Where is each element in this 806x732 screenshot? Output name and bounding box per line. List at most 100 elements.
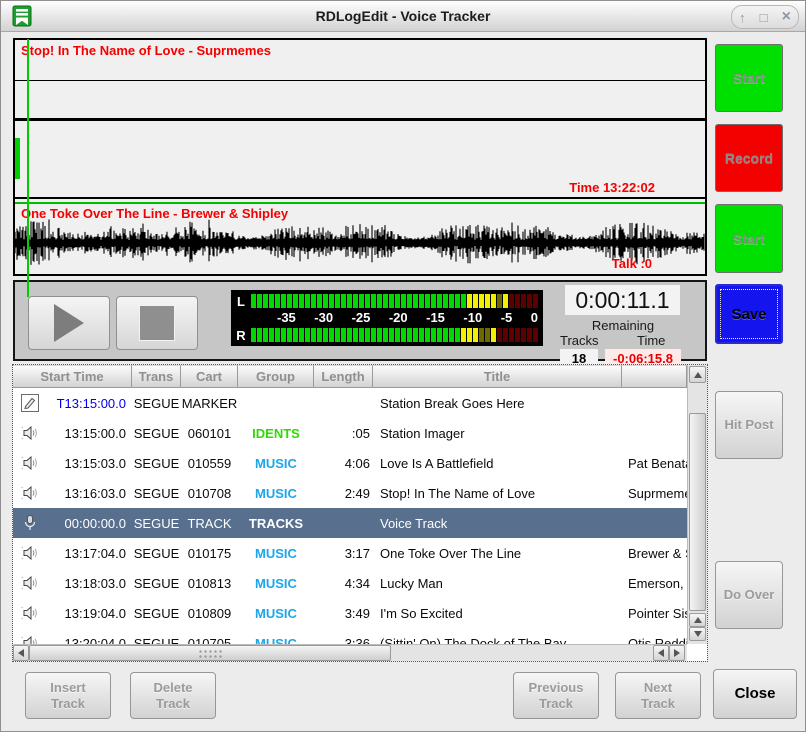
row-group: MUSIC bbox=[238, 636, 314, 645]
deck-track1-panel[interactable]: Stop! In The Name of Love - Suprmemes bbox=[15, 40, 705, 81]
column-header[interactable]: Group bbox=[238, 365, 314, 388]
do-over-button[interactable]: Do Over bbox=[715, 561, 783, 629]
scroll-left-button-2[interactable] bbox=[653, 645, 669, 661]
arrow-right-icon bbox=[674, 649, 680, 657]
remaining-label: Remaining bbox=[553, 318, 693, 333]
row-trans: SEGUE bbox=[132, 546, 181, 561]
vu-row-right: R bbox=[231, 328, 543, 342]
titlebar[interactable]: RDLogEdit - Voice Tracker ↑ □ × bbox=[1, 1, 805, 32]
track2-waveform bbox=[15, 218, 705, 268]
scroll-left-button[interactable] bbox=[13, 645, 29, 661]
row-title: Station Break Goes Here bbox=[373, 396, 622, 411]
vu-segment bbox=[341, 328, 346, 342]
row-artist: Suprmemes bbox=[622, 486, 687, 501]
hit-post-button[interactable]: Hit Post bbox=[715, 391, 783, 459]
waveform-decks: Stop! In The Name of Love - Suprmemes Ti… bbox=[13, 38, 707, 276]
maximize-window-icon[interactable]: □ bbox=[760, 11, 768, 24]
close-window-icon[interactable]: × bbox=[782, 9, 791, 25]
vu-scale: -35-30-25-20-15-10-50 bbox=[251, 310, 538, 326]
play-icon bbox=[54, 304, 84, 342]
delete-track-button[interactable]: Delete Track bbox=[130, 672, 216, 719]
vu-segment bbox=[461, 328, 466, 342]
row-trans: SEGUE bbox=[132, 456, 181, 471]
vu-segment bbox=[275, 294, 280, 308]
row-artist: Otis Redding bbox=[622, 636, 687, 645]
log-row[interactable]: 00:00:00.0 SEGUE TRACK TRACKS Voice Trac… bbox=[13, 508, 687, 538]
row-group: MUSIC bbox=[238, 606, 314, 621]
log-row[interactable]: 13:18:03.0 SEGUE 010813 MUSIC 4:34 Lucky… bbox=[13, 568, 687, 598]
next-track-button[interactable]: Next Track bbox=[615, 672, 701, 719]
playhead-level-bar bbox=[15, 138, 20, 179]
horizontal-scrollbar[interactable] bbox=[13, 644, 687, 661]
log-row[interactable]: 13:17:04.0 SEGUE 010175 MUSIC 3:17 One T… bbox=[13, 538, 687, 568]
row-group: MUSIC bbox=[238, 486, 314, 501]
vu-scale-tick: -10 bbox=[463, 310, 482, 326]
vu-segment bbox=[419, 294, 424, 308]
stop-button[interactable] bbox=[116, 296, 198, 350]
column-header[interactable]: Length bbox=[314, 365, 373, 388]
column-header[interactable]: Trans bbox=[132, 365, 181, 388]
vertical-scrollbar[interactable] bbox=[687, 365, 707, 644]
row-type-icon bbox=[18, 423, 42, 443]
row-cart: 010708 bbox=[181, 486, 238, 501]
row-length: 4:06 bbox=[314, 456, 373, 471]
log-row[interactable]: T13:15:00.0 SEGUE MARKER Station Break G… bbox=[13, 388, 687, 418]
scroll-up-button-2[interactable] bbox=[689, 613, 706, 627]
vu-segment bbox=[281, 328, 286, 342]
vu-segment bbox=[491, 294, 496, 308]
row-start-time: 13:19:04.0 bbox=[42, 606, 132, 621]
scroll-trough[interactable] bbox=[391, 645, 653, 661]
row-group: MUSIC bbox=[238, 546, 314, 561]
vu-scale-tick: 0 bbox=[531, 310, 538, 326]
window-title: RDLogEdit - Voice Tracker bbox=[1, 1, 805, 31]
row-type-icon bbox=[18, 393, 42, 413]
deck-empty-panel[interactable] bbox=[15, 81, 705, 121]
save-button[interactable]: Save bbox=[715, 284, 783, 344]
column-header[interactable]: Title bbox=[373, 365, 622, 388]
vu-segment bbox=[407, 294, 412, 308]
vu-segment bbox=[311, 328, 316, 342]
vu-segment bbox=[443, 294, 448, 308]
play-button[interactable] bbox=[28, 296, 110, 350]
scroll-up-button[interactable] bbox=[689, 366, 706, 383]
column-header[interactable]: Cart bbox=[181, 365, 238, 388]
vu-segment bbox=[479, 328, 484, 342]
row-title: Love Is A Battlefield bbox=[373, 456, 622, 471]
start-button-bottom[interactable]: Start bbox=[715, 204, 783, 273]
vu-segment bbox=[455, 294, 460, 308]
row-cart: MARKER bbox=[181, 396, 238, 411]
previous-track-button[interactable]: Previous Track bbox=[513, 672, 599, 719]
talk-label: Talk :0 bbox=[612, 256, 652, 271]
vu-segment bbox=[287, 294, 292, 308]
vu-segment bbox=[437, 328, 442, 342]
record-button[interactable]: Record bbox=[715, 124, 783, 192]
log-row[interactable]: 13:20:04.0 SEGUE 010705 MUSIC 3:36 (Sitt… bbox=[13, 628, 687, 644]
vertical-scroll-thumb[interactable] bbox=[689, 413, 706, 611]
row-title: Lucky Man bbox=[373, 576, 622, 591]
vu-row-left: L bbox=[231, 294, 543, 308]
log-row[interactable]: 13:15:03.0 SEGUE 010559 MUSIC 4:06 Love … bbox=[13, 448, 687, 478]
deck-track2-panel[interactable]: One Toke Over The Line - Brewer & Shiple… bbox=[15, 204, 705, 274]
column-header[interactable]: Start Time bbox=[13, 365, 132, 388]
horizontal-scroll-thumb[interactable] bbox=[29, 645, 391, 661]
row-length: 3:49 bbox=[314, 606, 373, 621]
deck-current-panel[interactable]: Time 13:22:02 bbox=[15, 121, 705, 199]
scroll-right-button[interactable] bbox=[669, 645, 685, 661]
shade-window-icon[interactable]: ↑ bbox=[739, 11, 746, 24]
vu-segment bbox=[341, 294, 346, 308]
log-row[interactable]: 13:15:00.0 SEGUE 060101 IDENTS :05 Stati… bbox=[13, 418, 687, 448]
scroll-down-button[interactable] bbox=[689, 627, 706, 641]
log-row[interactable]: 13:19:04.0 SEGUE 010809 MUSIC 3:49 I'm S… bbox=[13, 598, 687, 628]
row-title: I'm So Excited bbox=[373, 606, 622, 621]
log-row[interactable]: 13:16:03.0 SEGUE 010708 MUSIC 2:49 Stop!… bbox=[13, 478, 687, 508]
close-button[interactable]: Close bbox=[713, 669, 797, 719]
playhead-cursor-line bbox=[27, 39, 29, 297]
vu-segment bbox=[323, 328, 328, 342]
start-button-top[interactable]: Start bbox=[715, 44, 783, 112]
row-length: 4:34 bbox=[314, 576, 373, 591]
column-header[interactable] bbox=[622, 365, 687, 388]
vu-segment bbox=[413, 294, 418, 308]
row-group: IDENTS bbox=[238, 426, 314, 441]
row-group: MUSIC bbox=[238, 576, 314, 591]
insert-track-button[interactable]: Insert Track bbox=[25, 672, 111, 719]
